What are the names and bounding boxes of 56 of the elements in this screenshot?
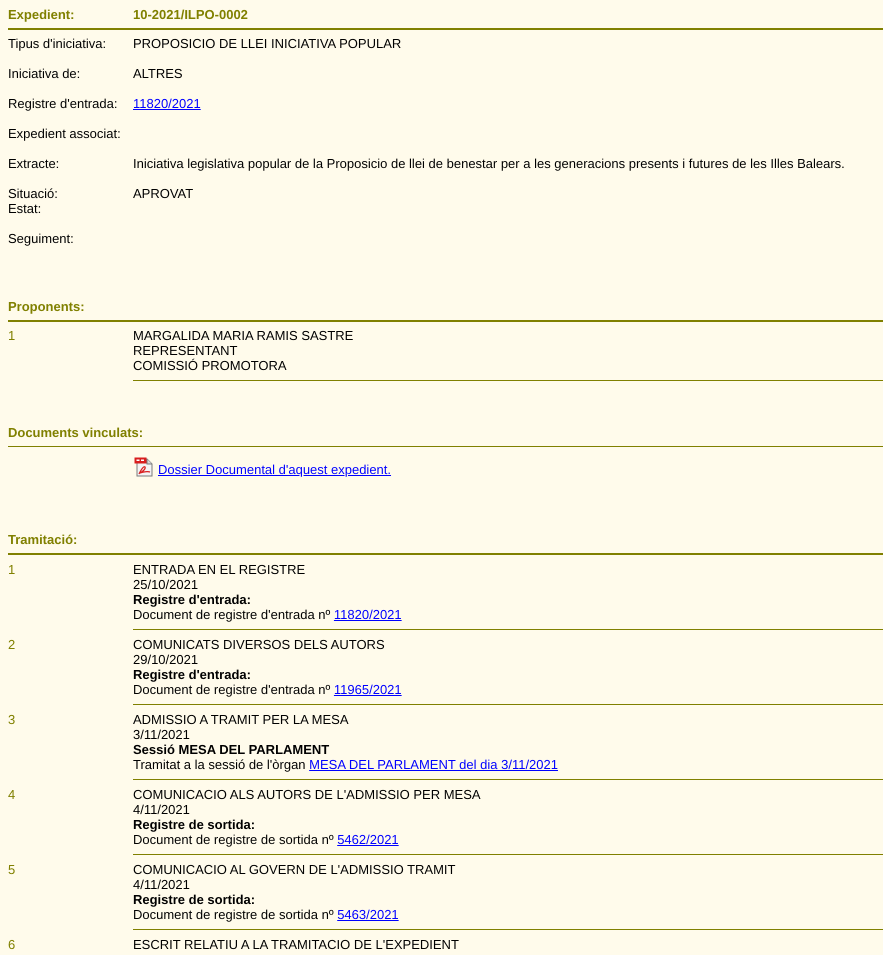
step-number: 3 [8, 712, 16, 727]
step-subtitle: Registre de sortida: [133, 892, 256, 907]
section-title: Documents vinculats: [8, 425, 144, 440]
step-date: 25/10/2021 [133, 577, 198, 592]
step-title: COMUNICATS DIVERSOS DELS AUTORS [133, 637, 385, 652]
field-label: Tipus d'iniciativa: [8, 36, 106, 51]
step-title: COMUNICACIO ALS AUTORS DE L'ADMISSIO PER MESA [133, 787, 481, 802]
proponent-detail: COMISSIÓ PROMOTORA [133, 358, 287, 373]
reference-link[interactable]: 5463/2021 [337, 907, 399, 922]
step-title: ADMISSIO A TRAMIT PER LA MESA [133, 712, 349, 727]
section-title: Proponents: [8, 299, 85, 314]
field-label: Iniciativa de: [8, 66, 80, 81]
field-value: Iniciativa legislativa popular de la Proposicio de llei de benestar per a les generacions presents i futures de les Illes Balears. [133, 156, 845, 171]
dossier-link[interactable]: Dossier Documental d'aquest expedient. [134, 457, 392, 477]
step-number: 2 [8, 637, 16, 652]
field-value: PROPOSICIO DE LLEI INICIATIVA POPULAR [133, 36, 402, 51]
step-description: Document de registre de sortida nº 5462/2021 [133, 832, 399, 847]
step-description: Tramitat a la sessió de l'òrgan MESA DEL PARLAMENT del dia 3/11/2021 [133, 757, 558, 772]
step-number: 1 [8, 562, 16, 577]
step-subtitle: Sessió MESA DEL PARLAMENT [133, 742, 330, 757]
step-date: 4/11/2021 [133, 877, 190, 892]
field-value: ALTRES [133, 66, 183, 81]
row-number: 1 [8, 328, 16, 343]
step-title: ESCRIT RELATIU A LA TRAMITACIO DE L'EXPEDIENT [133, 937, 459, 952]
step-subtitle: Registre de sortida: [133, 817, 256, 832]
field-value: APROVAT [133, 186, 194, 201]
step-description: Document de registre d'entrada nº 11820/2021 [133, 607, 402, 622]
step-description: Document de registre d'entrada nº 11965/2021 [133, 682, 402, 697]
document-icon [134, 457, 154, 477]
step-title: COMUNICACIO AL GOVERN DE L'ADMISSIO TRAMIT [133, 862, 456, 877]
section-title: Tramitació: [8, 532, 78, 547]
field-label: Expedient associat: [8, 126, 121, 141]
register-link[interactable]: 11820/2021 [133, 96, 201, 111]
field-label: Situació: [8, 186, 58, 201]
step-description: Document de registre de sortida nº 5463/2021 [133, 907, 399, 922]
step-number: 4 [8, 787, 16, 802]
reference-link[interactable]: 11820/2021 [334, 607, 402, 622]
step-title: ENTRADA EN EL REGISTRE [133, 562, 306, 577]
expedient-label: Expedient: [8, 7, 74, 22]
field-label: Seguiment: [8, 231, 74, 246]
reference-link[interactable]: MESA DEL PARLAMENT del dia 3/11/2021 [309, 757, 558, 772]
step-subtitle: Registre d'entrada: [133, 667, 251, 682]
step-number: 5 [8, 862, 16, 877]
reference-link[interactable]: 5462/2021 [337, 832, 399, 847]
reference-link[interactable]: 11965/2021 [334, 682, 402, 697]
proponent-detail: MARGALIDA MARIA RAMIS SASTRE [133, 328, 354, 343]
step-date: 4/11/2021 [133, 802, 190, 817]
field-label: Extracte: [8, 156, 60, 171]
proponent-detail: REPRESENTANT [133, 343, 238, 358]
field-label: Estat: [8, 201, 42, 216]
step-date: 29/10/2021 [133, 652, 198, 667]
step-number: 6 [8, 937, 16, 952]
step-subtitle: Registre d'entrada: [133, 592, 251, 607]
expedient-number: 10-2021/ILPO-0002 [133, 7, 248, 22]
step-date: 3/11/2021 [133, 727, 190, 742]
field-label: Registre d'entrada: [8, 96, 118, 111]
